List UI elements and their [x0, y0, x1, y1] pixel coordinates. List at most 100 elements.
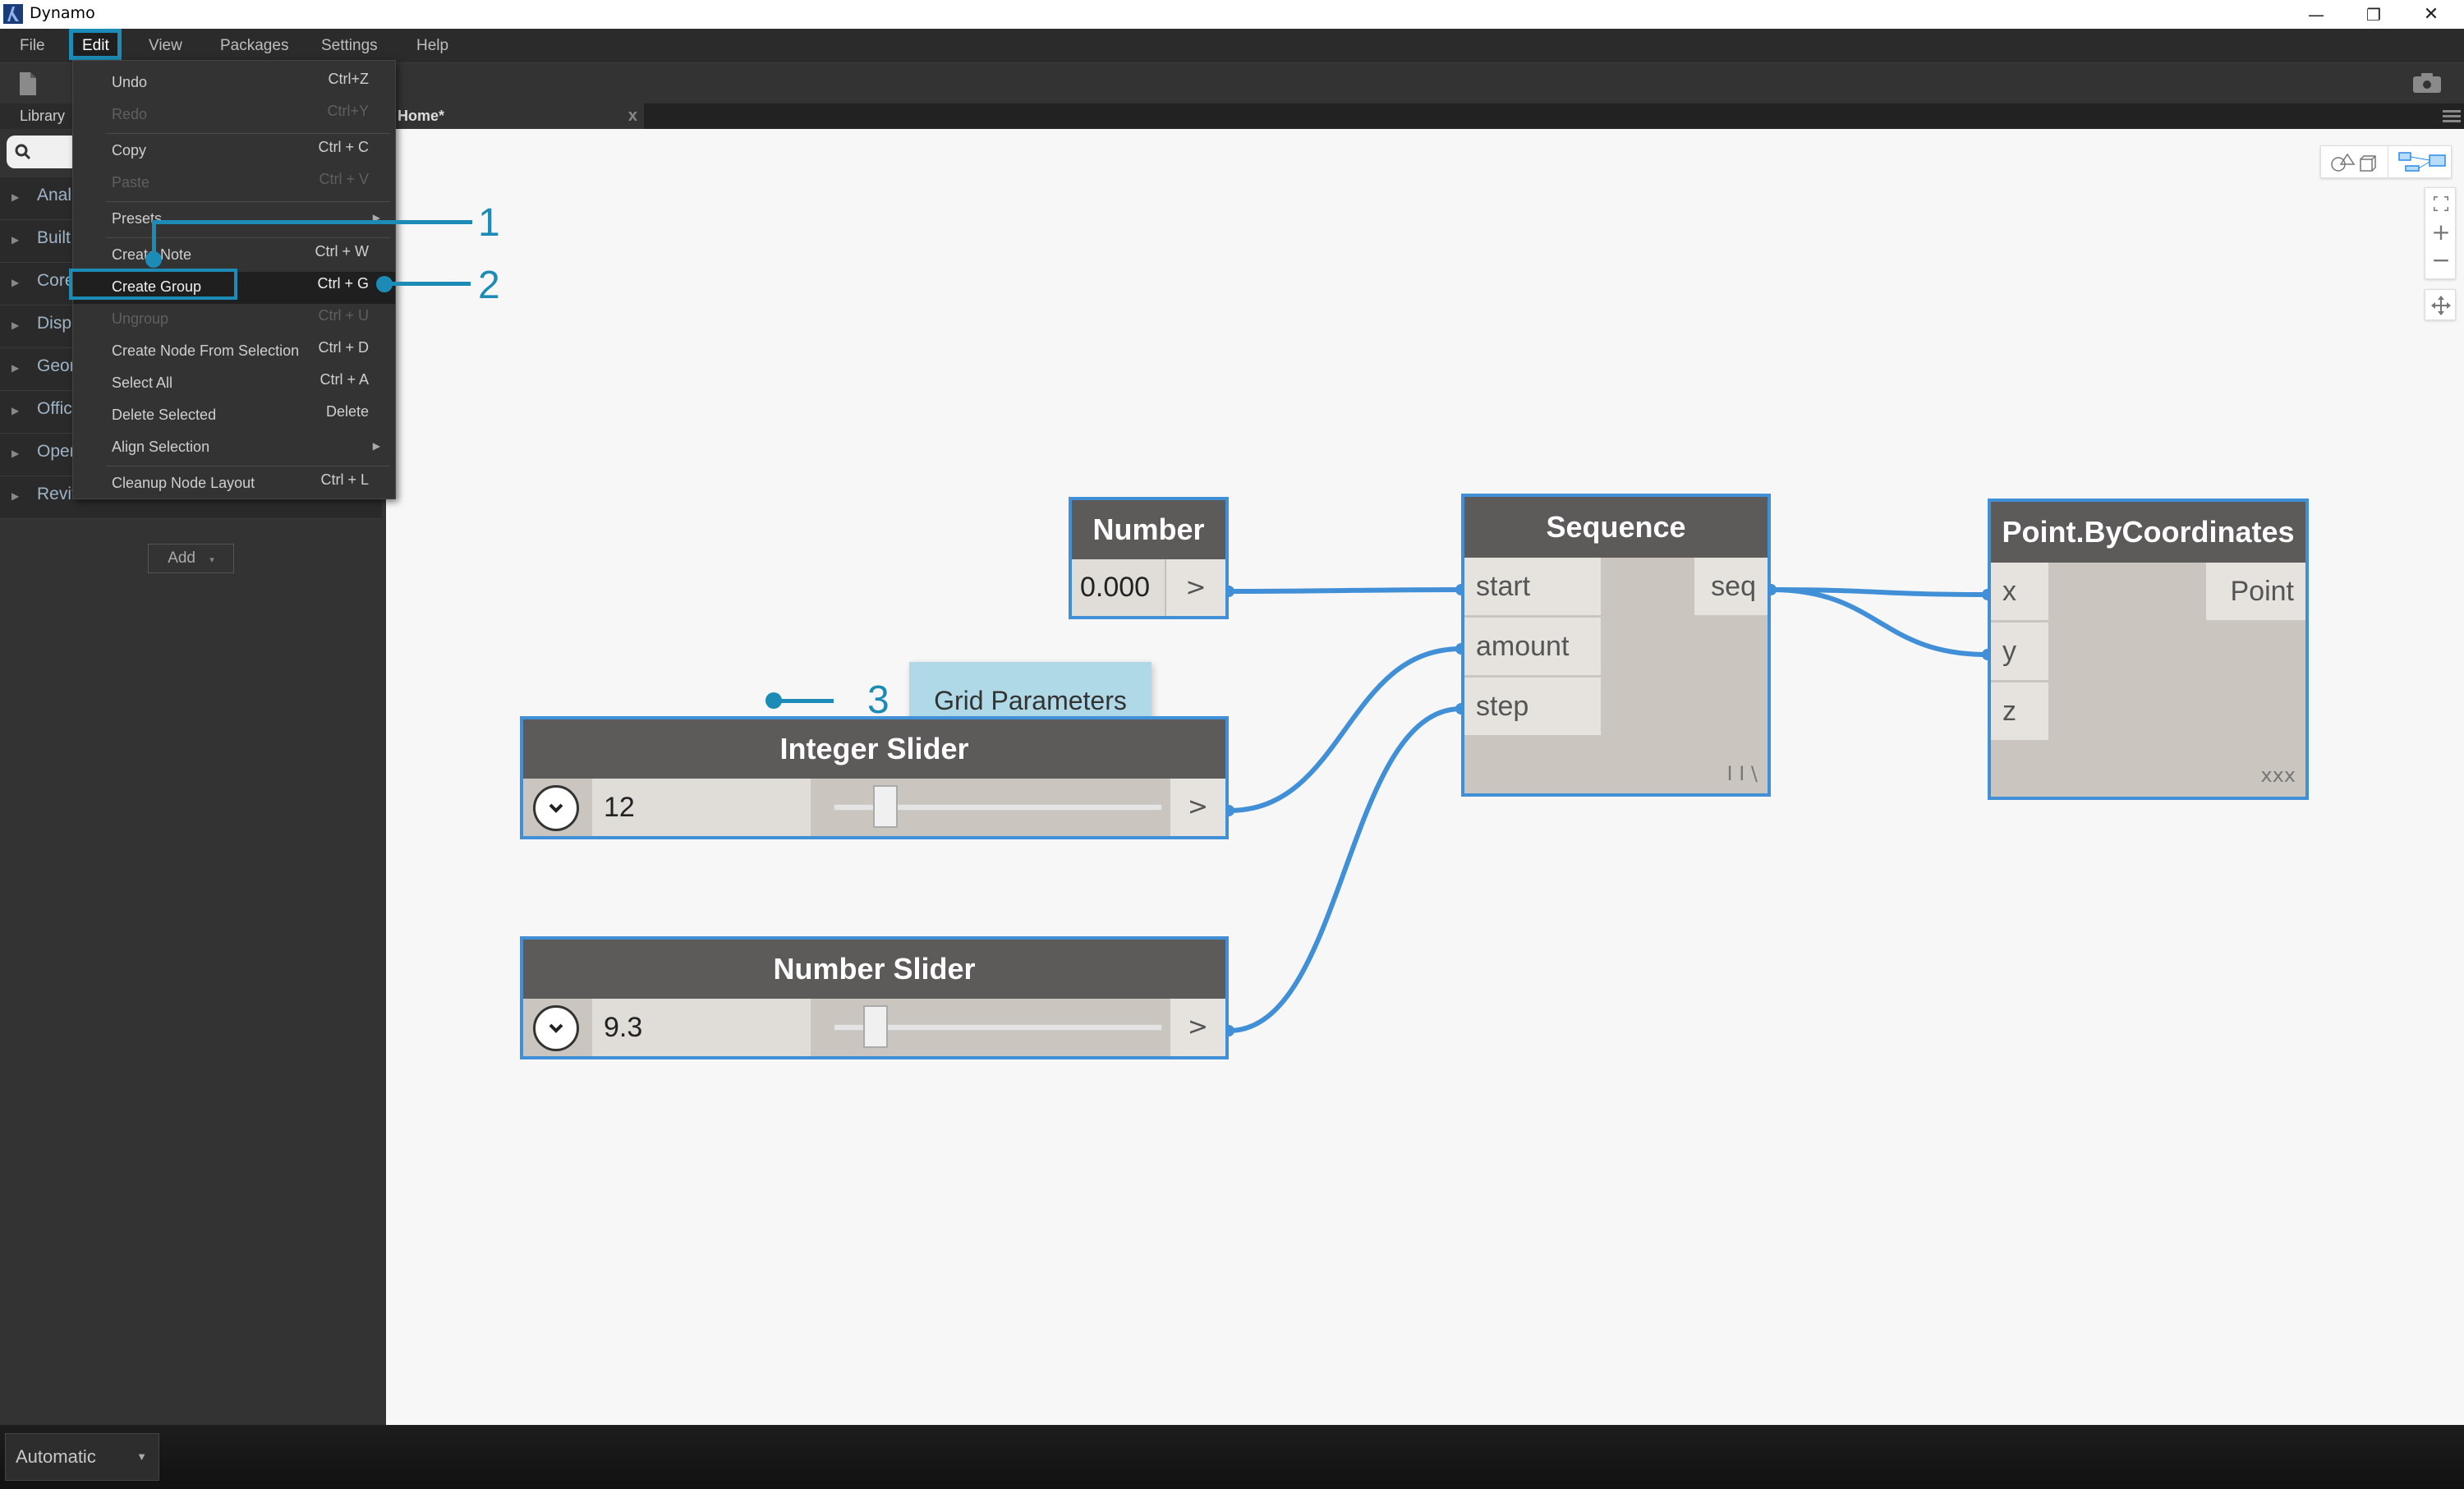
- menu-item-label: Ungroup: [112, 310, 169, 327]
- library-category-label: Geor: [37, 356, 76, 375]
- output-port-seq[interactable]: seq: [1694, 558, 1768, 615]
- callout-1-number: 1: [478, 201, 500, 245]
- callout-1-hline: [152, 220, 472, 224]
- number-output-port[interactable]: >: [1166, 559, 1225, 616]
- number-value-input[interactable]: 0.000: [1072, 559, 1166, 616]
- run-mode-dropdown[interactable]: Automatic ▼: [5, 1433, 159, 1481]
- node-title: Number Slider: [523, 940, 1225, 999]
- close-icon: ✕: [2423, 4, 2439, 25]
- point-bycoordinates-node[interactable]: Point.ByCoordinates x y z Point xxx: [1988, 499, 2309, 800]
- menu-item-copy[interactable]: Copy Ctrl + C: [73, 136, 395, 168]
- pan-button[interactable]: [2425, 289, 2456, 320]
- lacing-indicator[interactable]: I I \: [1727, 762, 1758, 785]
- wire-numslider-to-step[interactable]: [1228, 706, 1462, 1033]
- menu-packages[interactable]: Packages: [220, 29, 288, 63]
- menu-item-shortcut: Delete: [325, 403, 369, 420]
- menu-item-create-note[interactable]: Create Note Ctrl + W: [73, 240, 395, 272]
- menu-item-select-all[interactable]: Select All Ctrl + A: [73, 368, 395, 400]
- slider-value-input[interactable]: 12: [592, 779, 811, 836]
- expand-arrow-icon: ▶: [11, 277, 20, 288]
- wire-number-to-start[interactable]: [1228, 587, 1462, 594]
- wire-intslider-to-amount[interactable]: [1228, 646, 1462, 813]
- node-title: Point.ByCoordinates: [1991, 502, 2305, 563]
- menu-item-label: Delete Selected: [112, 407, 217, 423]
- pan-move-icon: [2431, 296, 2451, 315]
- slider-output-port[interactable]: >: [1170, 999, 1225, 1056]
- number-slider-node[interactable]: Number Slider 9.3 >: [520, 936, 1229, 1059]
- callout-3-line: [772, 699, 834, 703]
- menu-item-paste[interactable]: Paste Ctrl + V: [73, 168, 395, 200]
- close-window-button[interactable]: ✕: [2402, 0, 2460, 29]
- menu-help[interactable]: Help: [416, 29, 448, 63]
- menu-bar: File Edit View Packages Settings Help: [0, 29, 2464, 63]
- slider-thumb[interactable]: [863, 1005, 888, 1048]
- menu-item-cleanup-node-layout[interactable]: Cleanup Node Layout Ctrl + L: [73, 468, 395, 500]
- input-port-y[interactable]: y: [1991, 623, 2048, 680]
- tab-home[interactable]: Home* x: [386, 103, 644, 129]
- chevron-down-icon: ▾: [209, 555, 214, 565]
- library-category-label: Revit: [37, 485, 76, 503]
- input-port-z[interactable]: z: [1991, 682, 2048, 740]
- input-port-amount[interactable]: amount: [1464, 618, 1601, 675]
- callout-1-dot: [145, 251, 162, 268]
- search-icon: [15, 144, 31, 160]
- callout-3-number: 3: [867, 678, 890, 722]
- expand-arrow-icon: ▶: [11, 448, 20, 459]
- input-port-step[interactable]: step: [1464, 678, 1601, 735]
- bottom-bar: Automatic ▼: [0, 1425, 2464, 1489]
- menu-item-label: Paste: [112, 174, 150, 191]
- input-port-x[interactable]: x: [1991, 563, 2048, 620]
- expand-arrow-icon: ▶: [11, 362, 20, 374]
- new-file-icon[interactable]: [20, 72, 36, 95]
- zoom-out-icon[interactable]: −: [2425, 249, 2457, 272]
- add-button-label: Add: [168, 549, 195, 567]
- menu-item-shortcut: Ctrl + V: [319, 171, 369, 187]
- zoom-fit-icon[interactable]: [2434, 196, 2448, 211]
- menu-edit[interactable]: Edit: [82, 29, 109, 63]
- hamburger-menu-icon[interactable]: [2443, 110, 2461, 123]
- menu-item-redo[interactable]: Redo Ctrl+Y: [73, 99, 395, 131]
- library-category-label: Built: [37, 228, 71, 247]
- minimize-button[interactable]: —: [2287, 0, 2345, 29]
- zoom-controls: + −: [2425, 187, 2456, 279]
- lacing-indicator[interactable]: xxx: [2260, 764, 2296, 787]
- slider-thumb[interactable]: [873, 785, 898, 828]
- input-port-start[interactable]: start: [1464, 558, 1601, 615]
- tab-close-icon[interactable]: x: [628, 103, 637, 129]
- minimize-icon: —: [2308, 4, 2324, 25]
- output-port-point[interactable]: Point: [2206, 563, 2305, 620]
- sequence-node[interactable]: Sequence start amount step seq I I \: [1461, 494, 1771, 797]
- slider-expand-button[interactable]: [533, 1005, 579, 1051]
- geometry-view-button[interactable]: [2321, 146, 2388, 177]
- slider-output-port[interactable]: >: [1170, 779, 1225, 836]
- library-tab[interactable]: Library: [0, 103, 74, 129]
- menu-item-delete-selected[interactable]: Delete Selected Delete: [73, 400, 395, 432]
- menu-separator: [106, 237, 390, 238]
- menu-item-shortcut: Ctrl + W: [315, 243, 370, 260]
- integer-slider-node[interactable]: Integer Slider 12 >: [520, 716, 1229, 839]
- menu-item-label: Cleanup Node Layout: [112, 475, 255, 491]
- camera-icon[interactable]: [2413, 73, 2441, 93]
- zoom-in-icon[interactable]: +: [2425, 221, 2457, 244]
- menu-settings[interactable]: Settings: [321, 29, 378, 63]
- chevron-down-icon: ▼: [136, 1450, 147, 1463]
- slider-value-input[interactable]: 9.3: [592, 999, 811, 1056]
- library-category-label: Oper: [37, 442, 76, 461]
- title-bar: Dynamo — ❐ ✕: [0, 0, 2464, 29]
- menu-item-align-selection[interactable]: Align Selection ▶: [73, 432, 395, 464]
- restore-button[interactable]: ❐: [2345, 0, 2402, 29]
- menu-item-ungroup[interactable]: Ungroup Ctrl + U: [73, 304, 395, 336]
- wire-seq-to-y[interactable]: [1770, 587, 1988, 657]
- menu-item-shortcut: Ctrl + A: [319, 371, 369, 388]
- slider-expand-button[interactable]: [533, 785, 579, 831]
- library-category-label: Offic: [37, 399, 72, 418]
- menu-item-label: Select All: [112, 375, 173, 391]
- workspace-canvas[interactable]: + − Grid Parameters Number 0.000 > Seque…: [386, 129, 2464, 1425]
- menu-view[interactable]: View: [149, 29, 182, 63]
- menu-item-undo[interactable]: Undo Ctrl+Z: [73, 67, 395, 99]
- menu-item-create-node-from-selection[interactable]: Create Node From Selection Ctrl + D: [73, 336, 395, 368]
- graph-view-button[interactable]: [2388, 146, 2453, 177]
- menu-file[interactable]: File: [20, 29, 45, 63]
- add-button[interactable]: Add ▾: [148, 544, 234, 573]
- number-node[interactable]: Number 0.000 >: [1069, 497, 1229, 619]
